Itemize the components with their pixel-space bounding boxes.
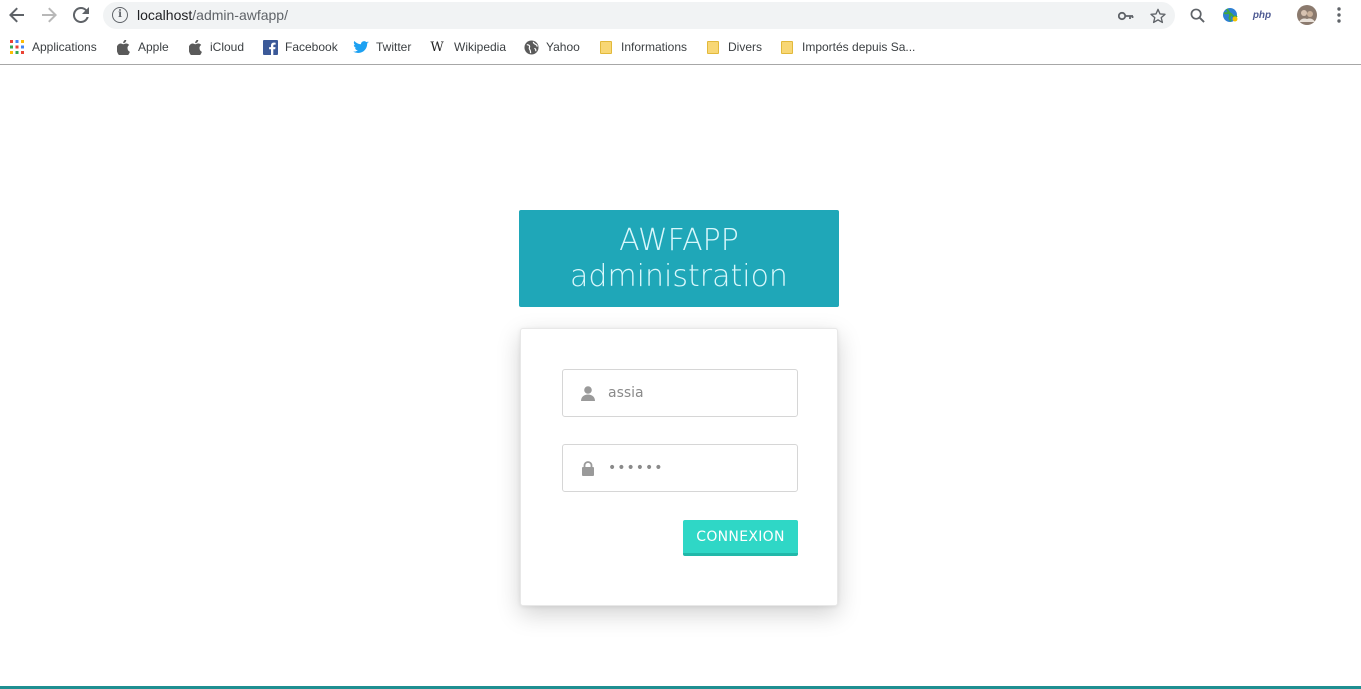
bookmark-label: Wikipedia <box>454 40 507 54</box>
menu-icon[interactable] <box>1328 4 1350 26</box>
app-title-line1: AWFAPP <box>619 222 739 258</box>
bookmark-applications[interactable]: Applications <box>9 39 97 55</box>
bookmark-label: Yahoo <box>546 40 580 54</box>
bookmark-label: Apple <box>138 40 169 54</box>
apps-grid-icon <box>9 39 25 55</box>
bookmarks-bar: Applications Apple iCloud Facebook Twitt… <box>0 31 1361 65</box>
key-icon[interactable] <box>1116 6 1136 26</box>
connexion-button[interactable]: CONNEXION <box>683 520 798 556</box>
facebook-icon <box>262 39 278 55</box>
bookmark-yahoo[interactable]: Yahoo <box>523 39 580 55</box>
bookmark-folder-divers[interactable]: Divers <box>705 39 762 55</box>
globe-extension-icon[interactable] <box>1219 4 1241 26</box>
folder-icon <box>705 39 721 55</box>
globe-icon <box>523 39 539 55</box>
bookmark-label: Applications <box>32 40 97 54</box>
username-field[interactable] <box>562 369 798 417</box>
bookmark-wikipedia[interactable]: W Wikipedia <box>430 39 506 55</box>
folder-icon <box>598 39 614 55</box>
forward-button[interactable] <box>37 4 61 26</box>
bookmark-label: Importés depuis Sa... <box>802 40 916 54</box>
php-extension-icon[interactable]: php <box>1248 4 1276 26</box>
lock-icon <box>580 459 596 477</box>
arrow-left-icon <box>9 7 24 23</box>
back-button[interactable] <box>5 4 29 26</box>
bookmark-label: Facebook <box>285 40 338 54</box>
folder-icon <box>779 39 795 55</box>
reload-icon <box>73 7 89 23</box>
bookmark-apple[interactable]: Apple <box>115 39 169 55</box>
bookmark-label: iCloud <box>210 40 245 54</box>
search-icon[interactable] <box>1186 4 1208 26</box>
app-title-banner: AWFAPP administration <box>519 210 839 307</box>
arrow-right-icon <box>42 7 57 23</box>
info-icon[interactable]: i <box>112 7 128 23</box>
password-input[interactable] <box>608 445 788 491</box>
url-host: localhost <box>137 7 193 23</box>
address-bar[interactable]: i localhost/admin-awfapp/ <box>103 2 1175 29</box>
apple-icon <box>187 39 203 55</box>
browser-toolbar: i localhost/admin-awfapp/ php <box>0 0 1361 31</box>
profile-avatar[interactable] <box>1296 4 1318 26</box>
reload-button[interactable] <box>69 4 93 26</box>
bookmark-label: Informations <box>621 40 688 54</box>
login-form: CONNEXION <box>520 328 838 606</box>
bookmark-icloud[interactable]: iCloud <box>187 39 244 55</box>
apple-icon <box>115 39 131 55</box>
php-extension-label: php <box>1252 9 1272 21</box>
app-title-line2: administration <box>570 258 788 294</box>
bookmark-label: Divers <box>728 40 763 54</box>
bookmark-label: Twitter <box>376 40 412 54</box>
username-input[interactable] <box>608 370 788 416</box>
url-path: /admin-awfapp/ <box>192 7 288 23</box>
bookmark-folder-imported[interactable]: Importés depuis Sa... <box>779 39 915 55</box>
password-field[interactable] <box>562 444 798 492</box>
star-icon[interactable] <box>1148 6 1168 26</box>
wikipedia-icon: W <box>430 39 444 55</box>
twitter-icon <box>353 39 369 55</box>
bookmark-facebook[interactable]: Facebook <box>262 39 338 55</box>
bookmark-twitter[interactable]: Twitter <box>353 39 411 55</box>
user-icon <box>580 384 596 402</box>
url-text[interactable]: localhost/admin-awfapp/ <box>137 7 288 23</box>
bookmark-folder-informations[interactable]: Informations <box>598 39 687 55</box>
